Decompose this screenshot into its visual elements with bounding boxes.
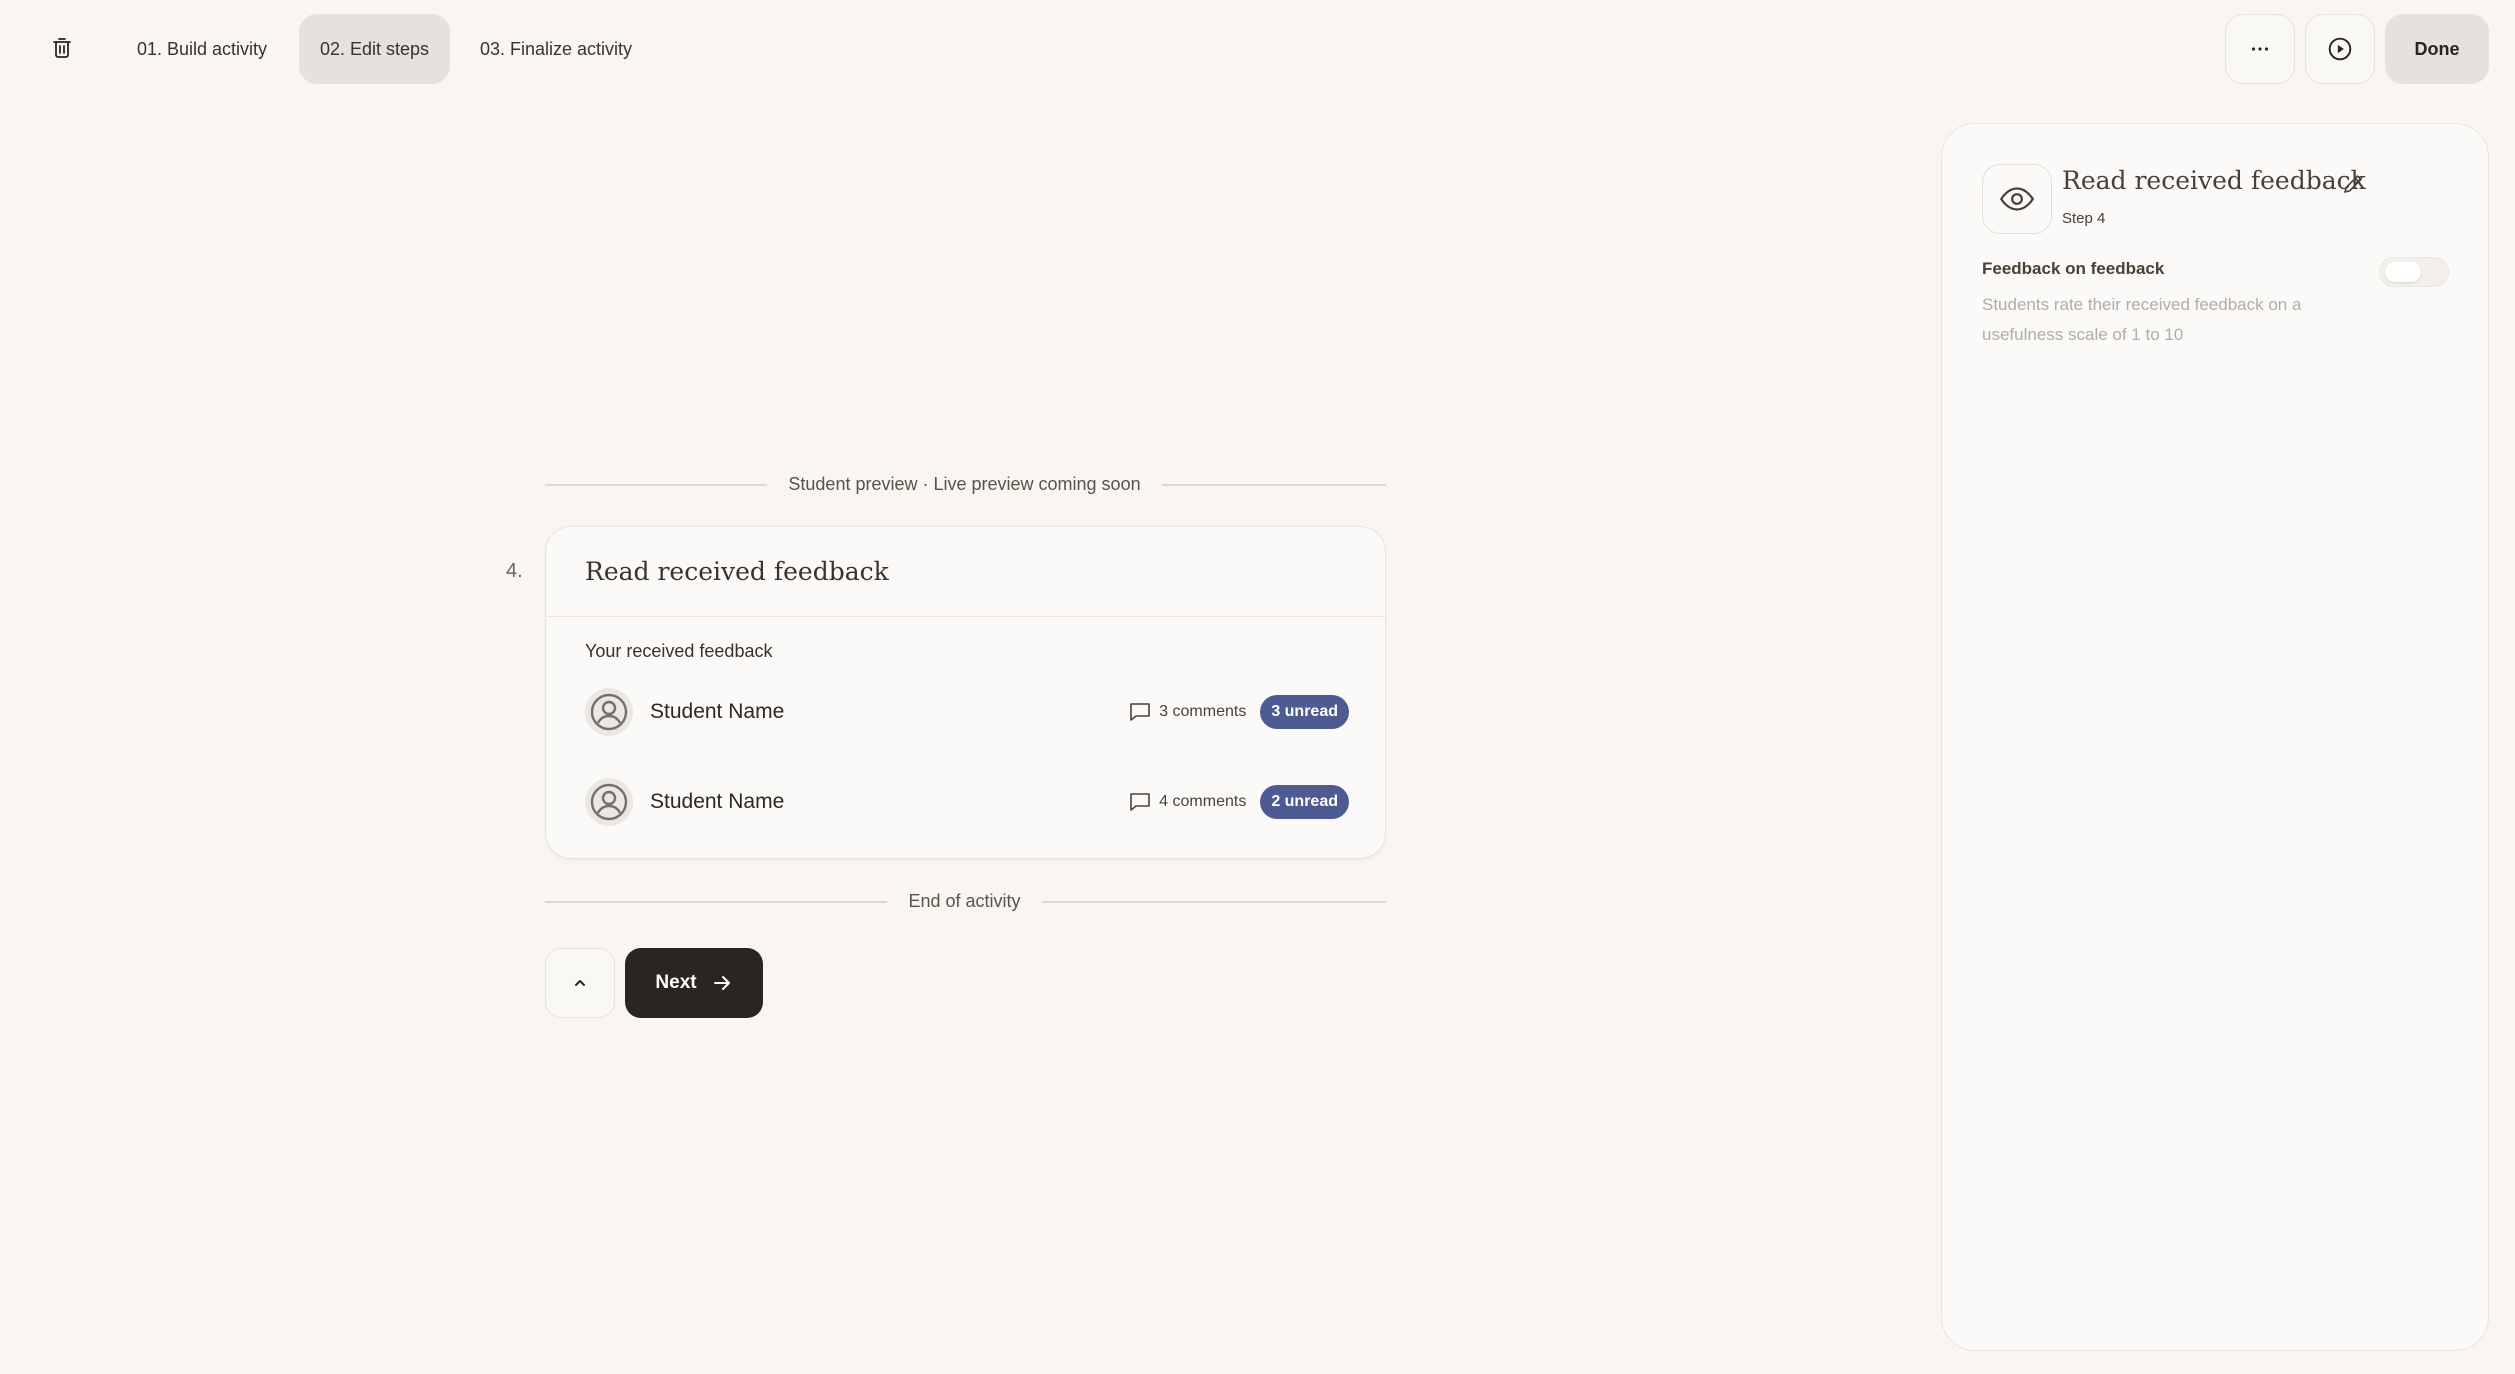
chevron-up-icon [575, 980, 585, 986]
panel-step-label: Step 4 [2062, 210, 2106, 227]
step-type-icon-box [1982, 164, 2052, 234]
edit-title-button[interactable] [2338, 169, 2368, 199]
step-settings-panel: Read received feedback Step 4 Feedback o… [1941, 123, 2489, 1351]
comment-count-label: 4 comments [1159, 793, 1247, 810]
arrow-right-icon [711, 972, 733, 994]
step-number: 4. [506, 560, 523, 582]
comment-icon [1129, 702, 1151, 722]
end-divider-right [1042, 901, 1386, 903]
comment-count: 3 comments [1129, 702, 1246, 722]
card-header: Read received feedback [546, 527, 1385, 617]
feedback-row[interactable]: Student Name 3 comments 3 unread [585, 687, 1349, 737]
pencil-icon [2344, 175, 2362, 193]
play-icon [2328, 37, 2352, 61]
delete-button[interactable] [38, 24, 86, 72]
comment-icon [1129, 792, 1151, 812]
panel-step-title: Read received feedback [2062, 166, 2366, 195]
next-button[interactable]: Next [625, 948, 763, 1018]
top-bar: 01. Build activity 02. Edit steps 03. Fi… [0, 0, 2515, 98]
more-options-button[interactable] [2225, 14, 2295, 84]
unread-badge: 3 unread [1260, 695, 1349, 729]
tab-edit-steps[interactable]: 02. Edit steps [299, 14, 450, 84]
next-button-label: Next [655, 972, 697, 993]
end-of-activity-label: End of activity [908, 891, 1021, 911]
tab-finalize-activity[interactable]: 03. Finalize activity [460, 14, 652, 84]
preview-divider-left [545, 484, 767, 486]
student-name: Student Name [650, 700, 785, 723]
student-name: Student Name [650, 790, 785, 813]
card-title: Read received feedback [585, 557, 889, 586]
received-feedback-heading: Your received feedback [585, 641, 773, 661]
done-button[interactable]: Done [2385, 14, 2489, 84]
eye-icon [1999, 187, 2035, 211]
tab-build-activity[interactable]: 01. Build activity [117, 14, 287, 84]
avatar [585, 778, 633, 826]
unread-badge: 2 unread [1260, 785, 1349, 819]
user-icon [590, 693, 628, 731]
toggle-knob [2385, 262, 2421, 282]
avatar [585, 688, 633, 736]
step-preview-card: Read received feedback Your received fee… [545, 526, 1386, 859]
preview-play-button[interactable] [2305, 14, 2375, 84]
preview-header-label: Student preview · Live preview coming so… [788, 474, 1141, 494]
previous-step-button[interactable] [545, 948, 615, 1018]
feedback-on-feedback-toggle[interactable] [2379, 257, 2449, 287]
trash-icon [53, 38, 71, 58]
feedback-row[interactable]: Student Name 4 comments 2 unread [585, 777, 1349, 827]
more-horizontal-icon [2251, 47, 2269, 51]
comment-count: 4 comments [1129, 792, 1246, 812]
preview-divider-right [1162, 484, 1386, 486]
end-divider-left [545, 901, 887, 903]
feedback-on-feedback-label: Feedback on feedback [1982, 259, 2165, 278]
feedback-on-feedback-description: Students rate their received feedback on… [1982, 295, 2302, 344]
comment-count-label: 3 comments [1159, 703, 1247, 720]
user-icon [590, 783, 628, 821]
